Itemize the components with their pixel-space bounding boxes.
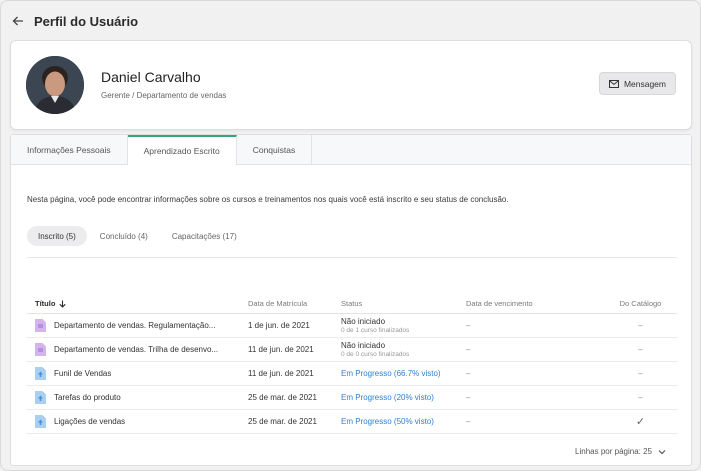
- status-text: Não iniciado: [341, 340, 386, 350]
- table-row[interactable]: Tarefas do produto 25 de mar. de 2021 Em…: [27, 386, 677, 410]
- table-row[interactable]: Funil de Vendas 11 de jun. de 2021 Em Pr…: [27, 362, 677, 386]
- due-date: –: [466, 417, 471, 426]
- status-link[interactable]: Em Progresso (66.7% visto): [341, 369, 441, 378]
- table-row[interactable]: Departamento de vendas. Regulamentação..…: [27, 314, 677, 338]
- catalog-flag: –: [638, 393, 643, 402]
- enrolled-date: 11 de jun. de 2021: [248, 345, 314, 354]
- chevron-down-icon[interactable]: [658, 449, 666, 455]
- courses-table: Título Data de Matrícula Status Data de …: [27, 294, 677, 434]
- course-title[interactable]: Departamento de vendas. Trilha de desenv…: [54, 345, 218, 354]
- due-date: –: [466, 393, 471, 402]
- profile-card: Daniel Carvalho Gerente / Departamento d…: [10, 40, 692, 130]
- enrolled-date: 1 de jun. de 2021: [248, 321, 310, 330]
- user-role: Gerente / Departamento de vendas: [101, 91, 227, 100]
- column-header-status[interactable]: Status: [341, 299, 466, 308]
- user-name: Daniel Carvalho: [101, 69, 201, 85]
- message-button[interactable]: Mensagem: [598, 72, 676, 95]
- column-header-enrolled[interactable]: Data de Matrícula: [248, 299, 341, 308]
- avatar: [26, 56, 84, 114]
- table-header: Título Data de Matrícula Status Data de …: [27, 294, 677, 314]
- tab-achievements[interactable]: Conquistas: [237, 135, 313, 165]
- subtab-trainings[interactable]: Capacitações (17): [161, 226, 248, 246]
- course-file-icon: [35, 367, 46, 380]
- enrolled-date: 11 de jun. de 2021: [248, 369, 314, 378]
- status-detail: 0 de 1 curso finalizados: [341, 326, 410, 334]
- catalog-flag: –: [638, 345, 643, 354]
- back-arrow-icon[interactable]: [11, 14, 25, 28]
- due-date: –: [466, 345, 471, 354]
- top-bar: Perfil do Usuário: [1, 1, 700, 41]
- status-text: Não iniciado: [341, 316, 386, 326]
- status-detail: 0 de 0 curso finalizados: [341, 350, 410, 358]
- course-title[interactable]: Funil de Vendas: [54, 369, 111, 378]
- column-header-catalog[interactable]: Do Catálogo: [604, 299, 677, 308]
- learning-path-icon: [35, 319, 46, 332]
- column-header-due[interactable]: Data de vencimento: [466, 299, 604, 308]
- tab-written-learning[interactable]: Aprendizado Escrito: [127, 135, 237, 165]
- table-row[interactable]: Departamento de vendas. Trilha de desenv…: [27, 338, 677, 362]
- status-filter-tabs: Inscrito (5) Concluído (4) Capacitações …: [27, 226, 677, 258]
- due-date: –: [466, 321, 471, 330]
- app-frame: Perfil do Usuário Daniel Carvalho Gerent…: [0, 0, 701, 471]
- column-title-label: Título: [35, 299, 56, 308]
- course-title[interactable]: Tarefas do produto: [54, 393, 121, 402]
- column-header-title[interactable]: Título: [27, 299, 248, 308]
- tab-bar: Informações Pessoais Aprendizado Escrito…: [11, 135, 691, 165]
- message-button-label: Mensagem: [623, 78, 666, 89]
- intro-text: Nesta página, você pode encontrar inform…: [27, 195, 509, 204]
- learning-path-icon: [35, 343, 46, 356]
- course-file-icon: [35, 391, 46, 404]
- subtab-enrolled[interactable]: Inscrito (5): [27, 226, 87, 246]
- course-file-icon: [35, 415, 46, 428]
- catalog-flag: –: [638, 369, 643, 378]
- tab-personal-info[interactable]: Informações Pessoais: [11, 135, 128, 165]
- enrolled-date: 25 de mar. de 2021: [248, 393, 317, 402]
- due-date: –: [466, 369, 471, 378]
- rows-per-page-label[interactable]: Linhas por página: 25: [575, 447, 652, 456]
- status-link[interactable]: Em Progresso (50% visto): [341, 417, 434, 426]
- sort-down-icon: [59, 300, 67, 308]
- mail-icon: [608, 79, 619, 88]
- subtab-completed[interactable]: Concluído (4): [89, 226, 159, 246]
- course-title[interactable]: Departamento de vendas. Regulamentação..…: [54, 321, 215, 330]
- catalog-flag: –: [638, 321, 643, 330]
- pagination: Linhas por página: 25: [575, 447, 666, 456]
- status-link[interactable]: Em Progresso (20% visto): [341, 393, 434, 402]
- enrolled-date: 25 de mar. de 2021: [248, 417, 317, 426]
- table-row[interactable]: Ligações de vendas 25 de mar. de 2021 Em…: [27, 410, 677, 434]
- catalog-check-icon: ✓: [635, 416, 646, 428]
- content-panel: Informações Pessoais Aprendizado Escrito…: [10, 134, 692, 466]
- course-title[interactable]: Ligações de vendas: [54, 417, 125, 426]
- page-title: Perfil do Usuário: [34, 13, 139, 29]
